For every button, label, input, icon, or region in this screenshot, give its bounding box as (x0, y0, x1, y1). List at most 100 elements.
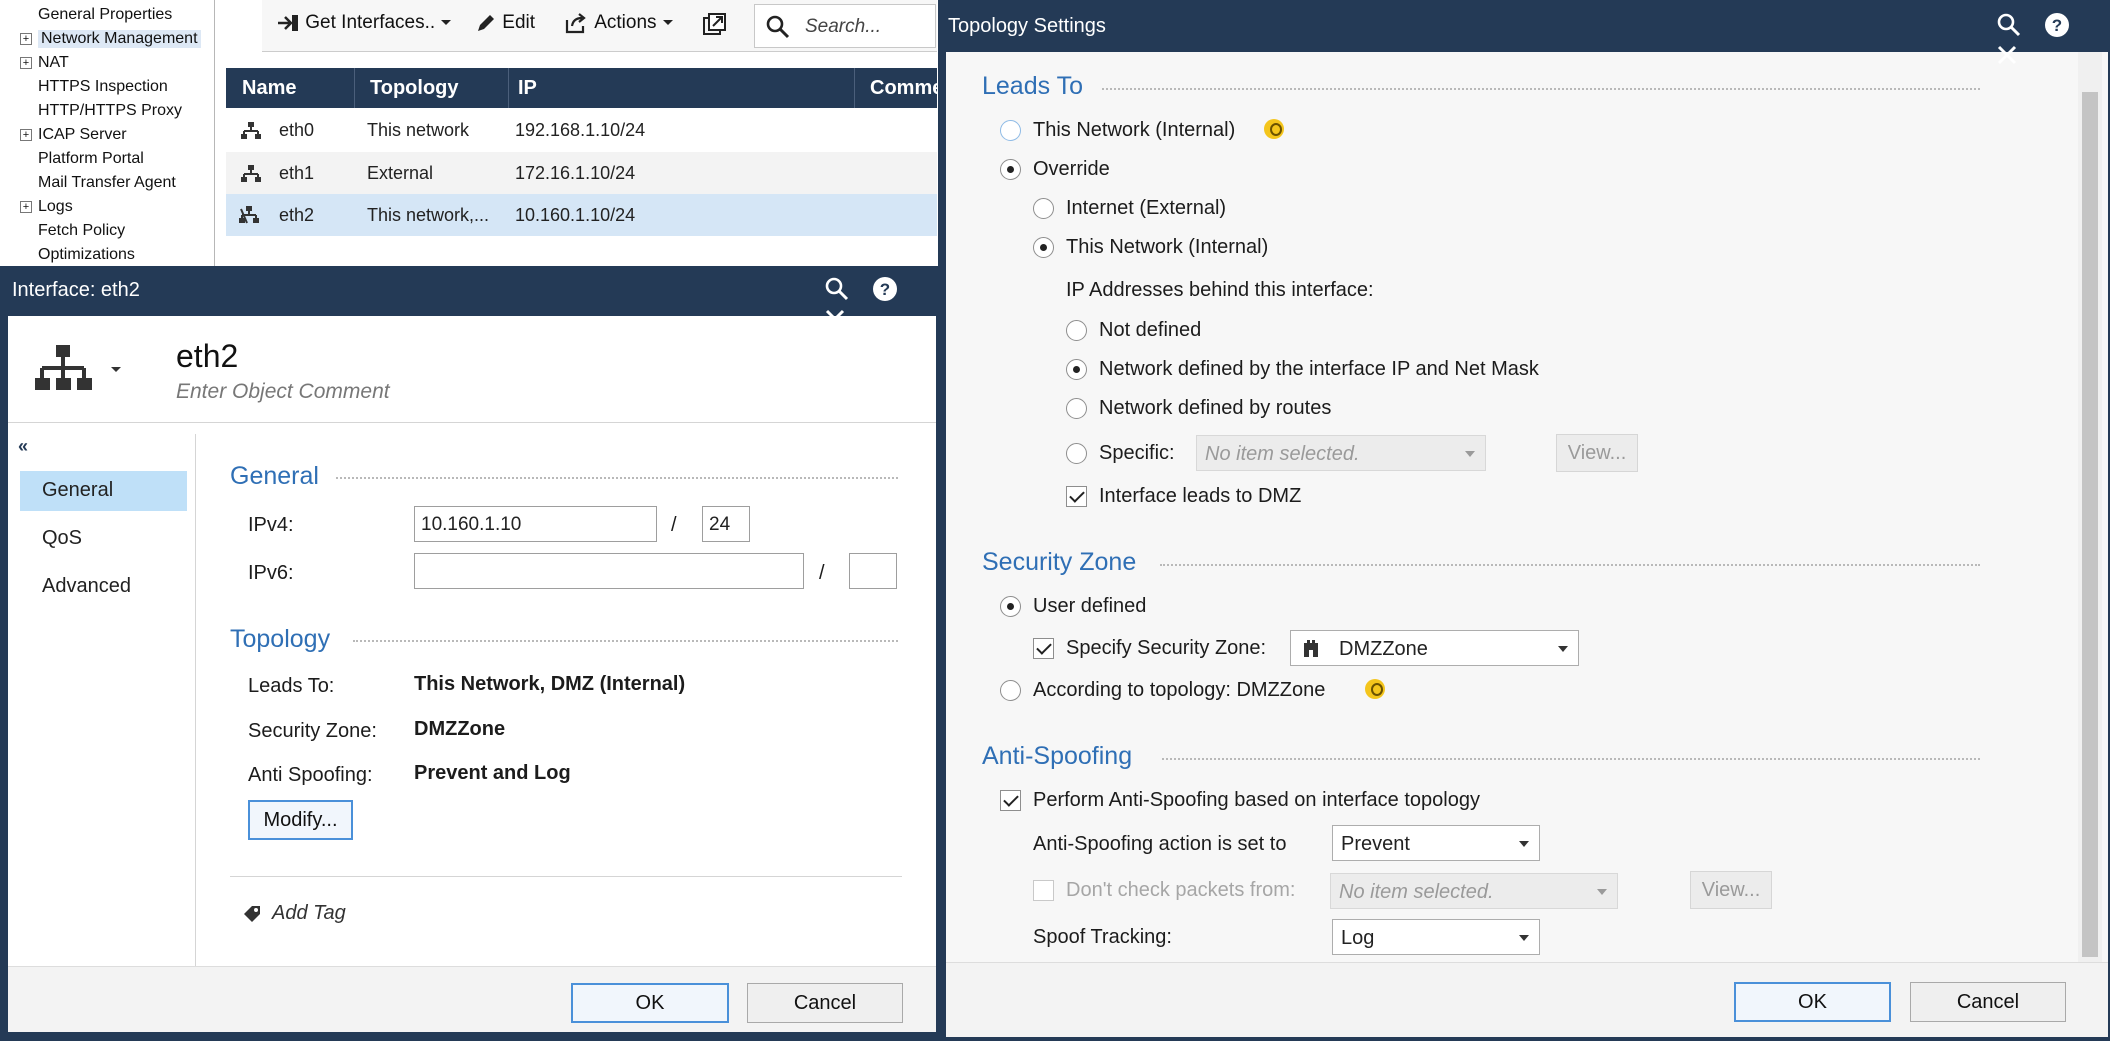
help-icon[interactable]: ? (2044, 12, 2070, 44)
column-header-ip[interactable]: IP (518, 77, 537, 100)
share-icon (565, 13, 586, 34)
specific-radio[interactable] (1066, 443, 1087, 464)
ipv6-label: IPv6: (248, 562, 294, 584)
network-by-ip-radio[interactable] (1066, 359, 1087, 380)
collapse-nav-icon[interactable]: « (18, 436, 28, 457)
expand-icon[interactable]: + (20, 201, 32, 213)
topology-section-title: Topology (230, 625, 331, 653)
ipv6-mask-input[interactable] (849, 553, 897, 589)
internet-external-radio[interactable] (1033, 198, 1054, 219)
this-network-radio[interactable] (1000, 120, 1021, 141)
cancel-button[interactable]: Cancel (747, 983, 903, 1023)
dmz-checkbox[interactable] (1066, 486, 1087, 507)
modify-button[interactable]: Modify... (248, 800, 353, 840)
open-external-button[interactable] (702, 12, 728, 36)
ok-button[interactable]: OK (571, 983, 729, 1023)
anti-spoofing-section-title: Anti-Spoofing (982, 742, 1133, 770)
lightbulb-icon[interactable] (1264, 119, 1284, 139)
scrollbar-thumb[interactable] (2082, 92, 2098, 957)
table-row-selected[interactable]: eth2 This network,... 10.160.1.10/24 (226, 194, 937, 236)
dont-check-packets-select[interactable]: No item selected. (1330, 873, 1618, 909)
edit-button[interactable]: Edit (475, 12, 535, 34)
leads-to-section-title: Leads To (982, 72, 1084, 100)
table-row[interactable]: eth0 This network 192.168.1.10/24 (226, 109, 937, 151)
interface-icon (241, 165, 261, 182)
search-icon[interactable] (1996, 12, 2022, 44)
network-interface-icon[interactable] (34, 344, 92, 396)
anti-spoofing-value: Prevent and Log (414, 762, 571, 784)
svg-text:?: ? (879, 280, 889, 299)
leads-to-value: This Network, DMZ (Internal) (414, 673, 686, 695)
table-row[interactable]: eth1 External 172.16.1.10/24 (226, 152, 937, 194)
cancel-button[interactable]: Cancel (1910, 982, 2066, 1022)
interfaces-table: Name Topology IP Comme eth0 This network… (226, 68, 943, 268)
topology-dialog-title-bar[interactable]: Topology Settings ? (938, 0, 2110, 65)
svg-text:?: ? (2051, 16, 2061, 35)
table-header: Name Topology IP Comme (226, 68, 943, 108)
ipv4-address-input[interactable]: 10.160.1.10 (414, 506, 657, 542)
column-header-comments[interactable]: Comme (870, 77, 943, 100)
import-icon (278, 15, 298, 31)
ipv4-mask-input[interactable]: 24 (702, 506, 750, 542)
dont-check-view-button[interactable]: View... (1690, 871, 1772, 909)
column-header-name[interactable]: Name (242, 77, 296, 100)
chevron-down-icon[interactable] (110, 366, 122, 374)
tag-icon (244, 906, 260, 922)
specific-network-select[interactable]: No item selected. (1196, 435, 1486, 471)
nav-qos[interactable]: QoS (20, 519, 187, 559)
interface-dialog: Interface: eth2 ? eth2 Enter Object Comm… (0, 266, 938, 1041)
anti-spoofing-action-select[interactable]: Prevent (1332, 825, 1540, 861)
ipv4-label: IPv4: (248, 514, 294, 536)
dmz-interface-icon (239, 206, 259, 224)
actions-button[interactable]: Actions (564, 12, 674, 34)
security-zone-select[interactable]: DMZZone (1290, 630, 1579, 666)
override-radio[interactable] (1000, 159, 1021, 180)
dialog-title: Interface: eth2 (12, 279, 140, 301)
ok-button[interactable]: OK (1734, 982, 1891, 1022)
spoof-tracking-select[interactable]: Log (1332, 919, 1540, 955)
navigation-tree: General Properties + Network Management +… (0, 0, 215, 268)
expand-icon[interactable]: + (20, 57, 32, 69)
add-tag-link[interactable]: Add Tag (272, 902, 346, 925)
interface-dialog-title-bar[interactable]: Interface: eth2 ? (0, 266, 938, 329)
dialog-title: Topology Settings (948, 15, 1106, 37)
general-section-title: General (230, 462, 319, 490)
dont-check-packets-checkbox[interactable] (1033, 880, 1054, 901)
get-interfaces-button[interactable]: Get Interfaces.. (276, 12, 452, 34)
ip-addresses-label: IP Addresses behind this interface: (1066, 279, 1374, 301)
pencil-icon (478, 15, 494, 31)
external-window-icon (703, 13, 726, 35)
search-icon (766, 15, 790, 39)
expand-icon[interactable]: + (20, 129, 32, 141)
expand-icon[interactable]: + (20, 33, 32, 45)
object-name[interactable]: eth2 (176, 338, 238, 375)
chevron-down-icon (441, 20, 452, 25)
zone-icon (1304, 640, 1318, 657)
chevron-down-icon (662, 20, 673, 25)
lightbulb-icon[interactable] (1365, 679, 1385, 699)
according-topology-radio[interactable] (1000, 680, 1021, 701)
user-defined-radio[interactable] (1000, 596, 1021, 617)
object-comment-field[interactable]: Enter Object Comment (176, 380, 390, 404)
search-icon[interactable] (824, 276, 850, 308)
close-icon[interactable] (824, 308, 846, 336)
security-zone-section-title: Security Zone (982, 548, 1137, 576)
network-by-routes-radio[interactable] (1066, 398, 1087, 419)
specific-view-button[interactable]: View... (1556, 434, 1638, 472)
perform-anti-spoofing-checkbox[interactable] (1000, 790, 1021, 811)
close-icon[interactable] (1996, 44, 2018, 72)
interfaces-toolbar: Get Interfaces.. Edit Actions Search... (262, 0, 937, 52)
specify-zone-checkbox[interactable] (1033, 638, 1054, 659)
nav-general[interactable]: General (20, 471, 187, 511)
vertical-scrollbar[interactable] (2078, 52, 2102, 962)
ipv6-address-input[interactable] (414, 553, 804, 589)
help-icon[interactable]: ? (872, 276, 898, 308)
not-defined-radio[interactable] (1066, 320, 1087, 341)
interface-icon (241, 122, 261, 139)
security-zone-value: DMZZone (414, 718, 506, 740)
this-network-internal-radio[interactable] (1033, 237, 1054, 258)
topology-settings-dialog: Topology Settings ? Leads To This Networ… (938, 0, 2110, 1041)
search-input[interactable]: Search... (754, 4, 936, 48)
nav-advanced[interactable]: Advanced (20, 567, 187, 607)
column-header-topology[interactable]: Topology (370, 77, 459, 100)
